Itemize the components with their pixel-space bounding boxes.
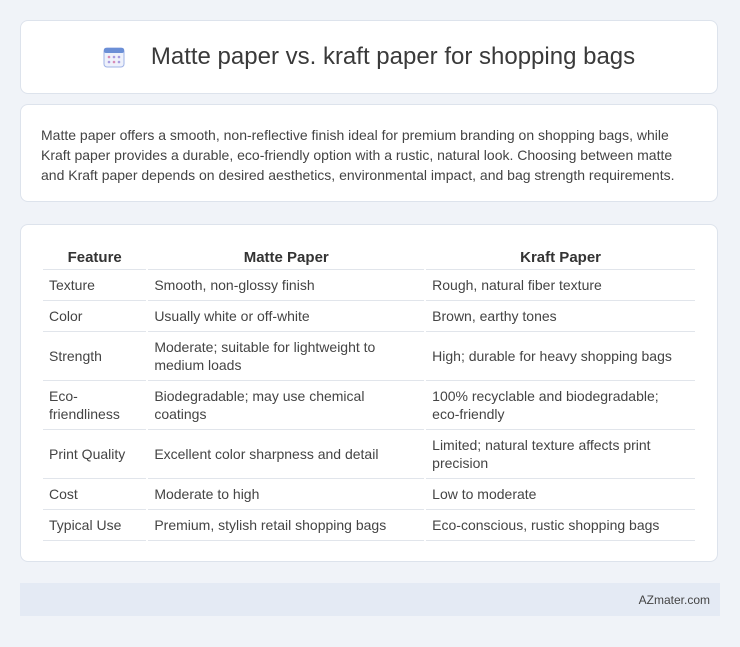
feature-cell: Print Quality — [43, 430, 147, 479]
intro-paragraph: Matte paper offers a smooth, non-reflect… — [41, 127, 675, 183]
matte-cell: Excellent color sharpness and detail — [148, 430, 425, 479]
kraft-cell: Brown, earthy tones — [426, 301, 695, 332]
table-row: Eco-friendliness Biodegradable; may use … — [43, 381, 695, 430]
table-row: Typical Use Premium, stylish retail shop… — [43, 510, 695, 541]
header-matte-paper: Matte Paper — [148, 245, 425, 270]
comparison-table: Feature Matte Paper Kraft Paper Texture … — [41, 245, 697, 541]
feature-cell: Eco-friendliness — [43, 381, 147, 430]
matte-cell: Biodegradable; may use chemical coatings — [148, 381, 425, 430]
page-title: Matte paper vs. kraft paper for shopping… — [150, 43, 636, 70]
matte-cell: Smooth, non-glossy finish — [148, 270, 425, 301]
comparison-table-card: Feature Matte Paper Kraft Paper Texture … — [20, 224, 718, 562]
feature-cell: Cost — [43, 479, 147, 510]
footer-bar: AZmater.com — [20, 583, 720, 616]
table-header-row: Feature Matte Paper Kraft Paper — [43, 245, 695, 270]
matte-cell: Moderate to high — [148, 479, 425, 510]
calendar-icon — [103, 46, 125, 68]
feature-cell: Strength — [43, 332, 147, 381]
matte-cell: Premium, stylish retail shopping bags — [148, 510, 425, 541]
kraft-cell: Rough, natural fiber texture — [426, 270, 695, 301]
footer-brand: AZmater.com — [638, 592, 710, 607]
kraft-cell: Low to moderate — [426, 479, 695, 510]
kraft-cell: Limited; natural texture affects print p… — [426, 430, 695, 479]
header-feature: Feature — [43, 245, 147, 270]
intro-card: Matte paper offers a smooth, non-reflect… — [20, 104, 718, 202]
feature-cell: Color — [43, 301, 147, 332]
table-row: Color Usually white or off-white Brown, … — [43, 301, 695, 332]
matte-cell: Moderate; suitable for lightweight to me… — [148, 332, 425, 381]
table-row: Texture Smooth, non-glossy finish Rough,… — [43, 270, 695, 301]
table-row: Print Quality Excellent color sharpness … — [43, 430, 695, 479]
table-row: Cost Moderate to high Low to moderate — [43, 479, 695, 510]
header-kraft-paper: Kraft Paper — [426, 245, 695, 270]
kraft-cell: 100% recyclable and biodegradable; eco-f… — [426, 381, 695, 430]
matte-cell: Usually white or off-white — [148, 301, 425, 332]
feature-cell: Typical Use — [43, 510, 147, 541]
title-card: Matte paper vs. kraft paper for shopping… — [20, 20, 718, 94]
kraft-cell: High; durable for heavy shopping bags — [426, 332, 695, 381]
kraft-cell: Eco-conscious, rustic shopping bags — [426, 510, 695, 541]
feature-cell: Texture — [43, 270, 147, 301]
table-row: Strength Moderate; suitable for lightwei… — [43, 332, 695, 381]
